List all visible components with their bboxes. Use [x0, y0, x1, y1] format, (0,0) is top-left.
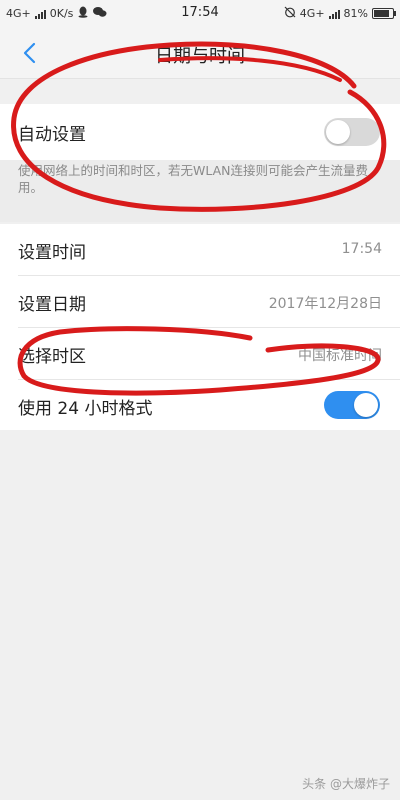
toggle-knob: [354, 393, 378, 417]
set-time-value: 17:54: [341, 241, 382, 257]
select-timezone-value: 中国标准时间: [298, 348, 382, 364]
settings-list: 设置时间 17:54 设置日期 2017年12月28日 选择时区 中国标准时间 …: [0, 224, 400, 430]
battery-icon: [372, 8, 396, 19]
set-date-row[interactable]: 设置日期 2017年12月28日: [0, 276, 400, 328]
select-timezone-row[interactable]: 选择时区 中国标准时间: [0, 328, 400, 380]
status-right: 4G+ 81%: [284, 6, 396, 21]
toggle-knob: [326, 120, 350, 144]
24-hour-format-row[interactable]: 使用 24 小时格式: [0, 380, 400, 430]
battery-percent: 81%: [343, 7, 368, 20]
signal-icon-right: [328, 9, 340, 19]
set-date-label: 设置日期: [18, 295, 86, 315]
auto-setting-row[interactable]: 自动设置: [0, 104, 400, 160]
page-title: 日期与时间: [155, 46, 245, 67]
auto-setting-toggle[interactable]: [324, 118, 380, 146]
header: 日期与时间: [0, 28, 400, 79]
description-area: 使用网络上的时间和时区，若无WLAN连接则可能会产生流量费用。: [0, 160, 400, 222]
alarm-off-icon: [284, 6, 296, 21]
auto-setting-description: 使用网络上的时间和时区，若无WLAN连接则可能会产生流量费用。: [18, 163, 369, 195]
network-type-right: 4G+: [299, 7, 325, 20]
watermark: 头条 @大爆炸子: [302, 777, 390, 791]
auto-setting-label: 自动设置: [18, 125, 86, 145]
status-bar: 4G+ 0K/s 17:54 4G+ 81%: [0, 0, 400, 28]
set-date-value: 2017年12月28日: [268, 296, 382, 312]
set-time-label: 设置时间: [18, 243, 86, 263]
24-hour-format-toggle[interactable]: [324, 391, 380, 419]
24-hour-format-label: 使用 24 小时格式: [18, 399, 153, 419]
set-time-row[interactable]: 设置时间 17:54: [0, 224, 400, 276]
auto-setting-section: 自动设置: [0, 104, 400, 160]
select-timezone-label: 选择时区: [18, 347, 86, 367]
battery-level: [374, 10, 389, 17]
